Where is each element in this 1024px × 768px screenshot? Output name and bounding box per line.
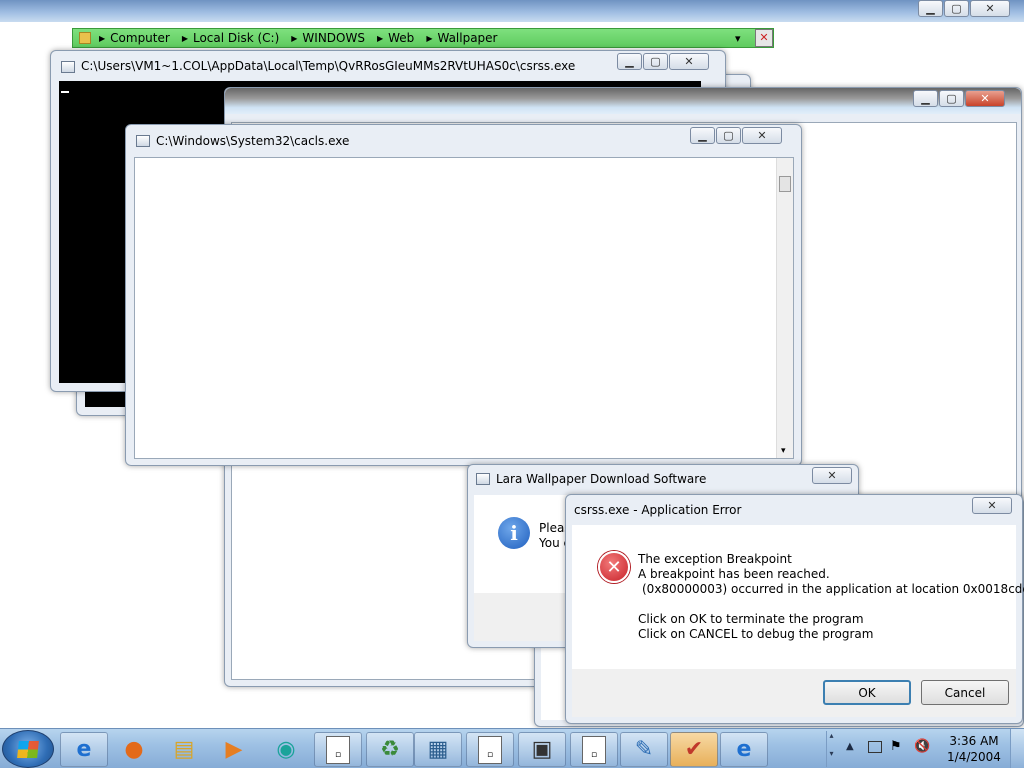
taskbar-notepad-icon[interactable]: ✎ [620, 732, 668, 767]
breadcrumb-wallpaper[interactable]: Wallpaper [437, 31, 497, 45]
show-desktop-button[interactable] [1010, 729, 1024, 768]
windows-logo-icon [17, 741, 39, 758]
taskbar-internet-explorer-icon[interactable]: e [60, 732, 108, 767]
error-line-2: A breakpoint has been reached. [638, 567, 830, 581]
taskbar-firefox-icon[interactable]: ● [110, 732, 158, 767]
caption-buttons: ▁ ▢ ✕ [617, 53, 709, 70]
caption-buttons: ▁ ▢ ✕ [690, 127, 782, 144]
console-output[interactable]: ▾ [134, 157, 794, 459]
caption-buttons: ✕ [972, 497, 1012, 514]
taskbar-ie-setup-icon[interactable]: e [720, 732, 768, 767]
vertical-scrollbar[interactable]: ▾ [776, 158, 793, 458]
console-icon [61, 61, 75, 73]
close-button[interactable]: ✕ [965, 90, 1005, 107]
error-line-3: (0x80000003) occurred in the application… [642, 582, 1024, 596]
clock-time: 3:36 AM [949, 734, 999, 748]
application-error-dialog[interactable]: csrss.exe - Application Error ✕ ✕ The ex… [565, 494, 1024, 724]
taskbar-scroll-buttons[interactable]: ▴ ▾ [826, 731, 836, 767]
close-button[interactable]: ✕ [812, 467, 852, 484]
breadcrumb-computer[interactable]: Computer [110, 31, 170, 45]
dialog-title: Lara Wallpaper Download Software [496, 472, 707, 486]
taskbar-recycle-bin-icon[interactable]: ♻ [366, 732, 414, 767]
action-center-flag-icon[interactable]: ⚑ [890, 739, 902, 754]
error-icon: ✕ [598, 551, 630, 583]
console-cursor [61, 91, 69, 93]
close-button[interactable]: ✕ [669, 53, 709, 70]
taskbar-file-explorer-icon[interactable]: ▤ [160, 732, 208, 767]
breadcrumb-windows[interactable]: WINDOWS [302, 31, 365, 45]
clock[interactable]: 3:36 AM 1/4/2004 [944, 733, 1004, 765]
taskbar-document-icon[interactable]: ▫ [466, 732, 514, 767]
volume-muted-icon[interactable]: 🔇 [914, 739, 930, 754]
window-title: C:\Users\VM1~1.COL\AppData\Local\Temp\Qv… [81, 59, 576, 73]
taskbar-media-player-icon[interactable]: ▶ [210, 732, 258, 767]
error-line-4: Click on OK to terminate the program [638, 612, 864, 626]
network-tray-icon[interactable] [868, 741, 882, 753]
ok-button[interactable]: OK [823, 680, 911, 705]
minimize-button[interactable]: ▁ [617, 53, 642, 70]
tray-expand-icon[interactable]: ▲ [846, 741, 854, 752]
clock-date: 1/4/2004 [947, 750, 1001, 764]
minimize-button[interactable]: ▁ [690, 127, 715, 144]
close-button[interactable]: ✕ [970, 0, 1010, 17]
close-button[interactable]: ✕ [972, 497, 1012, 514]
taskbar-window-icon[interactable]: ▦ [414, 732, 462, 767]
caption-buttons: ✕ [812, 467, 852, 484]
breadcrumb-web[interactable]: Web [388, 31, 414, 45]
cacls-window[interactable]: C:\Windows\System32\cacls.exe ▁ ▢ ✕ ▾ [125, 124, 802, 466]
minimize-button[interactable]: ▁ [913, 90, 938, 107]
taskbar-checklist-icon[interactable]: ✔ [670, 732, 718, 767]
maximize-button[interactable]: ▢ [716, 127, 741, 144]
error-line-5: Click on CANCEL to debug the program [638, 627, 874, 641]
scroll-down-icon[interactable]: ▾ [781, 446, 786, 456]
document-icon: ▫ [582, 735, 606, 764]
document-icon: ▫ [326, 735, 350, 764]
console-icon [136, 135, 150, 147]
document-icon: ▫ [478, 735, 502, 764]
info-icon: i [498, 517, 530, 549]
maximize-button[interactable]: ▢ [944, 0, 969, 17]
taskbar-document-icon[interactable]: ▫ [314, 732, 362, 767]
cancel-button[interactable]: Cancel [921, 680, 1009, 705]
taskbar-document-icon[interactable]: ▫ [570, 732, 618, 767]
taskbar: e ● ▤ ▶ ◉ ▫ ♻ ▦ ▫ ▣ ▫ ✎ ✔ e ▴ ▾ ▲ ⚑ 🔇 3:3… [0, 728, 1024, 768]
caption-buttons: ▁ ▢ ✕ [913, 90, 1005, 107]
address-close-icon[interactable]: ✕ [755, 29, 773, 47]
minimize-button[interactable]: ▁ [918, 0, 943, 17]
background-window-caption-buttons: ▁ ▢ ✕ [918, 0, 1010, 17]
app-icon [476, 473, 490, 485]
dialog-title: csrss.exe - Application Error [574, 503, 742, 517]
taskbar-messenger-icon[interactable]: ◉ [262, 732, 310, 767]
maximize-button[interactable]: ▢ [643, 53, 668, 70]
maximize-button[interactable]: ▢ [939, 90, 964, 107]
breadcrumb-local-disk[interactable]: Local Disk (C:) [193, 31, 279, 45]
explorer-address-bar[interactable]: ▶ Computer ▶ Local Disk (C:) ▶ WINDOWS ▶ Web… [72, 28, 774, 48]
close-button[interactable]: ✕ [742, 127, 782, 144]
error-line-1: The exception Breakpoint [638, 552, 792, 566]
address-dropdown-icon[interactable]: ▾ [735, 32, 741, 45]
taskbar-network-tool-icon[interactable]: ▣ [518, 732, 566, 767]
window-title: C:\Windows\System32\cacls.exe [156, 134, 350, 148]
background-window-titlebar [0, 0, 1024, 22]
dialog-button-area: OK Cancel [572, 669, 1016, 717]
start-button[interactable] [2, 730, 54, 768]
folder-icon [79, 32, 91, 44]
dialog-content: ✕ The exception Breakpoint A breakpoint … [572, 525, 1024, 717]
scrollbar-thumb[interactable] [779, 176, 791, 192]
